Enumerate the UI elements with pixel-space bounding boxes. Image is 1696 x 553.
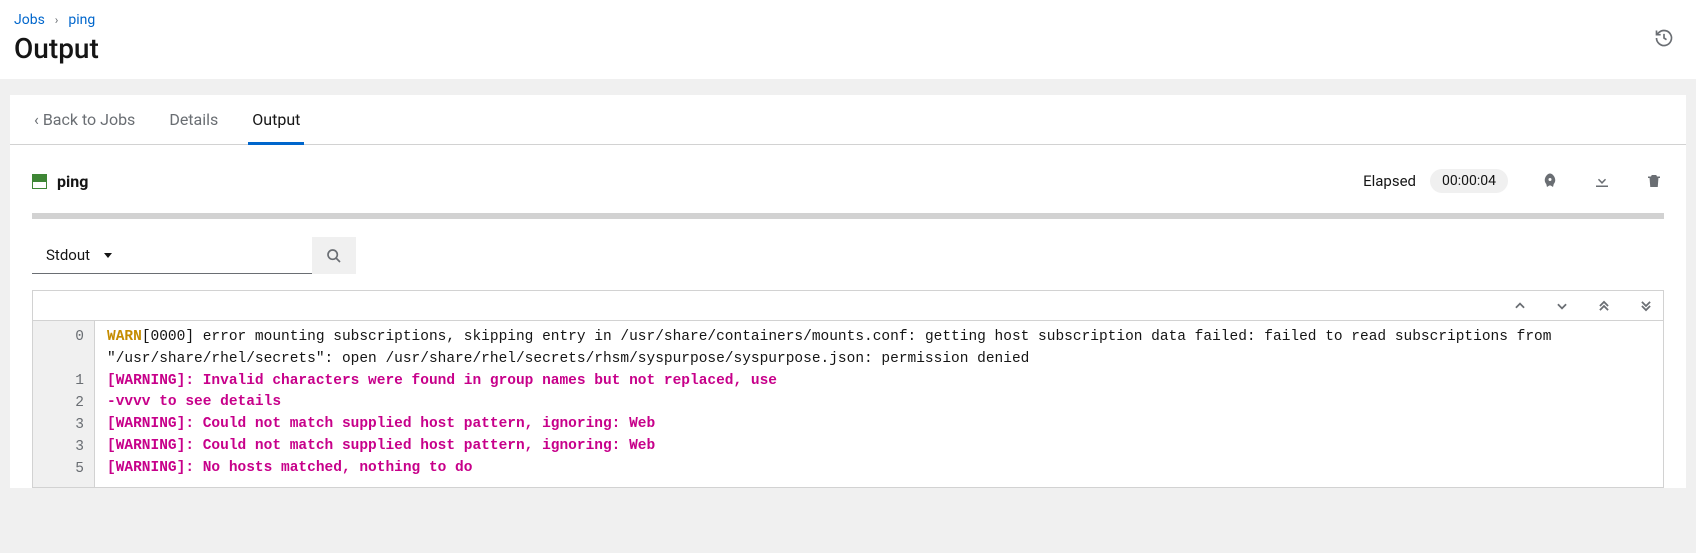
- back-to-jobs-link[interactable]: Back to Jobs: [30, 95, 139, 145]
- line-number: 3: [43, 415, 84, 437]
- progress-bar: [32, 213, 1664, 219]
- breadcrumb-root-link[interactable]: Jobs: [14, 12, 45, 28]
- line-number: 5: [43, 459, 84, 481]
- chevron-up-icon: [1513, 299, 1527, 313]
- log-line: [WARNING]: No hosts matched, nothing to …: [107, 458, 1651, 480]
- search-input[interactable]: [132, 237, 312, 274]
- scroll-top-button[interactable]: [1597, 299, 1611, 313]
- breadcrumb-separator-icon: ›: [55, 13, 59, 27]
- scroll-down-button[interactable]: [1555, 299, 1569, 313]
- page-title: Output: [14, 32, 1682, 65]
- rocket-icon: [1541, 172, 1559, 190]
- line-number: 2: [43, 393, 84, 415]
- output-body: 012335 WARN[0000] error mounting subscri…: [33, 321, 1663, 487]
- double-chevron-up-icon: [1597, 299, 1611, 313]
- log-line: [WARNING]: Could not match supplied host…: [107, 414, 1651, 436]
- code-area[interactable]: WARN[0000] error mounting subscriptions,…: [95, 321, 1663, 487]
- log-line: WARN[0000] error mounting subscriptions,…: [107, 327, 1651, 371]
- delete-button[interactable]: [1644, 171, 1664, 191]
- job-name: ping: [57, 172, 88, 191]
- download-icon: [1593, 172, 1611, 190]
- log-line: [WARNING]: Invalid characters were found…: [107, 371, 1651, 393]
- breadcrumb-current-link[interactable]: ping: [68, 12, 95, 28]
- stream-selector[interactable]: Stdout: [32, 237, 132, 274]
- elapsed-value: 00:00:04: [1430, 169, 1508, 193]
- trash-icon: [1645, 172, 1663, 190]
- launch-button[interactable]: [1540, 171, 1560, 191]
- page-header: Jobs › ping Output: [0, 0, 1696, 79]
- log-line: [WARNING]: Could not match supplied host…: [107, 436, 1651, 458]
- caret-down-icon: [104, 253, 112, 258]
- double-chevron-down-icon: [1639, 299, 1653, 313]
- main-panel: Back to Jobs Details Output ping Elapsed…: [10, 95, 1686, 488]
- line-number: 3: [43, 437, 84, 459]
- stream-selector-label: Stdout: [46, 246, 90, 264]
- job-status-icon: [32, 174, 47, 189]
- chevron-down-icon: [1555, 299, 1569, 313]
- scroll-bottom-button[interactable]: [1639, 299, 1653, 313]
- tab-bar: Back to Jobs Details Output: [10, 95, 1686, 145]
- tab-output[interactable]: Output: [248, 95, 304, 145]
- tab-details[interactable]: Details: [165, 95, 222, 145]
- download-button[interactable]: [1592, 171, 1612, 191]
- scroll-up-button[interactable]: [1513, 299, 1527, 313]
- search-button[interactable]: [312, 237, 356, 274]
- line-number: 0: [43, 327, 84, 371]
- history-icon: [1654, 28, 1674, 48]
- output-panel: 012335 WARN[0000] error mounting subscri…: [32, 290, 1664, 488]
- elapsed-label: Elapsed: [1363, 172, 1416, 190]
- log-line: -vvvv to see details: [107, 392, 1651, 414]
- line-gutter: 012335: [33, 321, 95, 487]
- output-toolbar: [33, 291, 1663, 321]
- line-number: 1: [43, 371, 84, 393]
- history-button[interactable]: [1654, 28, 1674, 48]
- job-header: ping Elapsed 00:00:04: [10, 145, 1686, 207]
- search-icon: [326, 248, 342, 264]
- search-bar: Stdout: [32, 237, 1664, 274]
- breadcrumb: Jobs › ping: [14, 12, 1682, 28]
